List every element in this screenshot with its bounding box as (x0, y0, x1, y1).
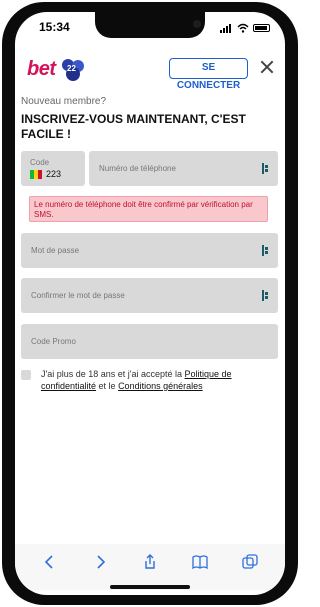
terms-link[interactable]: Conditions générales (118, 381, 203, 391)
notch (95, 12, 205, 38)
logo[interactable]: bet 22 (27, 58, 97, 84)
home-indicator (110, 585, 190, 589)
screen: 15:34 bet 22 SE CONNECTER Nouveau membre… (15, 12, 285, 595)
password-placeholder: Mot de passe (31, 246, 80, 255)
browser-toolbar (15, 544, 285, 590)
eye-toggle-icon[interactable] (262, 290, 271, 301)
consent-checkbox[interactable] (21, 370, 31, 380)
share-icon[interactable] (142, 554, 158, 570)
battery-icon (253, 24, 270, 32)
code-value: 223 (46, 169, 62, 179)
page-title: INSCRIVEZ-VOUS MAINTENANT, C'EST FACILE … (21, 112, 246, 141)
country-code-select[interactable]: Code 223 (21, 151, 85, 186)
bookmarks-icon[interactable] (192, 554, 208, 570)
header: bet 22 SE CONNECTER (15, 56, 285, 91)
promo-code-input[interactable]: Code Promo (21, 324, 278, 359)
phone-device: 15:34 bet 22 SE CONNECTER Nouveau membre… (0, 0, 300, 607)
signal-icon (220, 24, 233, 33)
forward-icon[interactable] (92, 554, 108, 570)
login-button[interactable]: SE CONNECTER (169, 58, 248, 91)
wifi-icon (237, 23, 249, 33)
consent-text-before: J'ai plus de 18 ans et j'ai accepté la (41, 369, 185, 379)
camera (193, 20, 201, 28)
phone-number-input[interactable]: Numéro de téléphone (89, 151, 278, 186)
consent-text: J'ai plus de 18 ans et j'ai accepté la P… (41, 368, 277, 392)
close-icon[interactable] (260, 60, 274, 74)
logo-mark-icon: 22 (62, 59, 84, 81)
status-time: 15:34 (39, 20, 70, 34)
password-input[interactable]: Mot de passe (21, 233, 278, 268)
consent-text-middle: et le (96, 381, 119, 391)
confirm-password-placeholder: Confirmer le mot de passe (31, 291, 125, 300)
status-bar: 15:34 (15, 12, 285, 52)
logo-text: bet (27, 58, 56, 80)
svg-text:22: 22 (67, 64, 76, 73)
promo-placeholder: Code Promo (31, 337, 76, 346)
eye-toggle-icon[interactable] (262, 245, 271, 256)
new-member-label: Nouveau membre? (21, 96, 107, 107)
phone-toggle-icon[interactable] (262, 163, 271, 174)
phone-placeholder: Numéro de téléphone (99, 164, 176, 173)
confirm-password-input[interactable]: Confirmer le mot de passe (21, 278, 278, 313)
back-icon[interactable] (42, 554, 58, 570)
code-label: Code (30, 158, 50, 167)
error-message: Le numéro de téléphone doit être confirm… (29, 196, 268, 222)
tabs-icon[interactable] (242, 554, 258, 570)
mali-flag-icon (30, 170, 42, 179)
